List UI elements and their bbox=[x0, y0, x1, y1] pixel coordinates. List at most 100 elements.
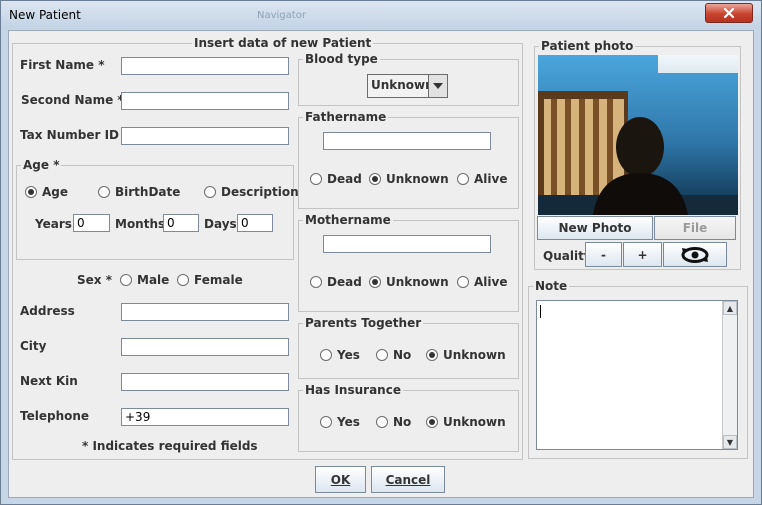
radio-label: Dead bbox=[327, 275, 362, 289]
quality-increase-button[interactable]: + bbox=[623, 242, 662, 267]
radio-label: Yes bbox=[337, 415, 360, 429]
radio-unselected-icon bbox=[376, 349, 388, 361]
scroll-up-icon[interactable]: ▲ bbox=[723, 301, 737, 315]
required-fields-note: * Indicates required fields bbox=[82, 439, 258, 453]
fathername-unknown[interactable]: Unknown bbox=[369, 172, 449, 186]
radio-unselected-icon bbox=[457, 173, 469, 185]
months-field[interactable] bbox=[163, 214, 199, 232]
age-group-title: Age * bbox=[21, 158, 62, 172]
radio-label: Unknown bbox=[386, 172, 449, 186]
sex-option-male[interactable]: Male bbox=[120, 273, 169, 287]
note-title: Note bbox=[533, 279, 570, 293]
days-label: Days bbox=[204, 217, 237, 231]
background-ghost-text: Navigator bbox=[257, 10, 306, 21]
rotate-camera-icon bbox=[681, 246, 709, 263]
has-insurance-yes[interactable]: Yes bbox=[320, 415, 360, 429]
blood-type-select[interactable]: Unknown bbox=[367, 74, 448, 98]
mothername-group: Mothername bbox=[298, 213, 519, 312]
telephone-field[interactable] bbox=[121, 408, 289, 426]
ok-button[interactable]: OK bbox=[315, 466, 366, 493]
has-insurance-no[interactable]: No bbox=[376, 415, 411, 429]
radio-unselected-icon bbox=[376, 416, 388, 428]
radio-selected-icon bbox=[25, 186, 37, 198]
city-label: City bbox=[20, 339, 47, 353]
radio-selected-icon bbox=[426, 349, 438, 361]
parents-together-no[interactable]: No bbox=[376, 348, 411, 362]
mothername-title: Mothername bbox=[303, 213, 393, 227]
radio-label: Unknown bbox=[443, 415, 506, 429]
scroll-down-icon[interactable]: ▼ bbox=[723, 435, 737, 449]
radio-label: Dead bbox=[327, 172, 362, 186]
radio-label: No bbox=[393, 415, 412, 429]
insert-data-title: Insert data of new Patient bbox=[192, 36, 374, 50]
years-label: Years bbox=[35, 217, 72, 231]
radio-unselected-icon bbox=[204, 186, 216, 198]
city-field[interactable] bbox=[121, 338, 289, 356]
quality-decrease-button[interactable]: - bbox=[585, 242, 622, 267]
age-option-birthdate[interactable]: BirthDate bbox=[98, 185, 180, 199]
patient-photo-title: Patient photo bbox=[539, 39, 636, 53]
blood-type-title: Blood type bbox=[303, 52, 380, 66]
years-field[interactable] bbox=[73, 214, 110, 232]
parents-together-unknown[interactable]: Unknown bbox=[426, 348, 506, 362]
age-option-age[interactable]: Age bbox=[25, 185, 68, 199]
second-name-label: Second Name * bbox=[21, 93, 124, 107]
new-patient-window: New Patient Navigator Insert data of new… bbox=[0, 0, 762, 505]
radio-unselected-icon bbox=[98, 186, 110, 198]
sex-option-label: Male bbox=[137, 273, 170, 287]
ok-button-label: OK bbox=[330, 472, 351, 487]
blood-type-value: Unknown bbox=[371, 78, 434, 92]
days-field[interactable] bbox=[237, 214, 273, 232]
title-bar: New Patient Navigator bbox=[1, 1, 761, 29]
close-button[interactable] bbox=[705, 3, 753, 23]
fathername-field[interactable] bbox=[323, 132, 491, 150]
patient-photo-image bbox=[538, 55, 738, 215]
file-button[interactable]: File bbox=[654, 216, 736, 240]
tax-number-label: Tax Number ID bbox=[20, 128, 119, 142]
radio-label: No bbox=[393, 348, 412, 362]
has-insurance-title: Has Insurance bbox=[303, 383, 403, 397]
fathername-alive[interactable]: Alive bbox=[457, 172, 507, 186]
webcam-snapshot bbox=[538, 55, 738, 215]
switch-camera-button[interactable] bbox=[663, 242, 727, 267]
mothername-dead[interactable]: Dead bbox=[310, 275, 362, 289]
radio-unselected-icon bbox=[310, 173, 322, 185]
text-caret bbox=[540, 305, 541, 318]
age-option-label: Age bbox=[42, 185, 69, 199]
age-group: Age * bbox=[16, 158, 294, 260]
radio-unselected-icon bbox=[177, 274, 189, 286]
chevron-down-icon bbox=[428, 75, 447, 97]
close-icon bbox=[723, 7, 735, 19]
months-label: Months bbox=[115, 217, 166, 231]
tax-number-field[interactable] bbox=[121, 127, 289, 145]
radio-label: Unknown bbox=[443, 348, 506, 362]
note-textarea[interactable]: ▲ ▼ bbox=[536, 300, 738, 450]
parents-together-title: Parents Together bbox=[303, 316, 424, 330]
cancel-button[interactable]: Cancel bbox=[371, 466, 445, 493]
dialog-content: Insert data of new Patient First Name * … bbox=[8, 30, 754, 498]
next-kin-label: Next Kin bbox=[20, 374, 78, 388]
parents-together-yes[interactable]: Yes bbox=[320, 348, 360, 362]
mothername-field[interactable] bbox=[323, 235, 491, 253]
first-name-label: First Name * bbox=[20, 58, 105, 72]
age-option-label: Description bbox=[221, 185, 299, 199]
radio-unselected-icon bbox=[320, 349, 332, 361]
sex-label: Sex * bbox=[77, 273, 112, 287]
radio-unselected-icon bbox=[320, 416, 332, 428]
radio-unselected-icon bbox=[310, 276, 322, 288]
address-field[interactable] bbox=[121, 303, 289, 321]
fathername-dead[interactable]: Dead bbox=[310, 172, 362, 186]
fathername-group: Fathername bbox=[298, 110, 519, 209]
mothername-unknown[interactable]: Unknown bbox=[369, 275, 449, 289]
second-name-field[interactable] bbox=[121, 92, 289, 110]
first-name-field[interactable] bbox=[121, 57, 289, 75]
has-insurance-unknown[interactable]: Unknown bbox=[426, 415, 506, 429]
new-photo-button[interactable]: New Photo bbox=[537, 216, 653, 240]
radio-selected-icon bbox=[426, 416, 438, 428]
sex-option-female[interactable]: Female bbox=[177, 273, 243, 287]
note-scrollbar[interactable]: ▲ ▼ bbox=[722, 301, 737, 449]
radio-selected-icon bbox=[369, 276, 381, 288]
age-option-description[interactable]: Description bbox=[204, 185, 299, 199]
next-kin-field[interactable] bbox=[121, 373, 289, 391]
mothername-alive[interactable]: Alive bbox=[457, 275, 507, 289]
